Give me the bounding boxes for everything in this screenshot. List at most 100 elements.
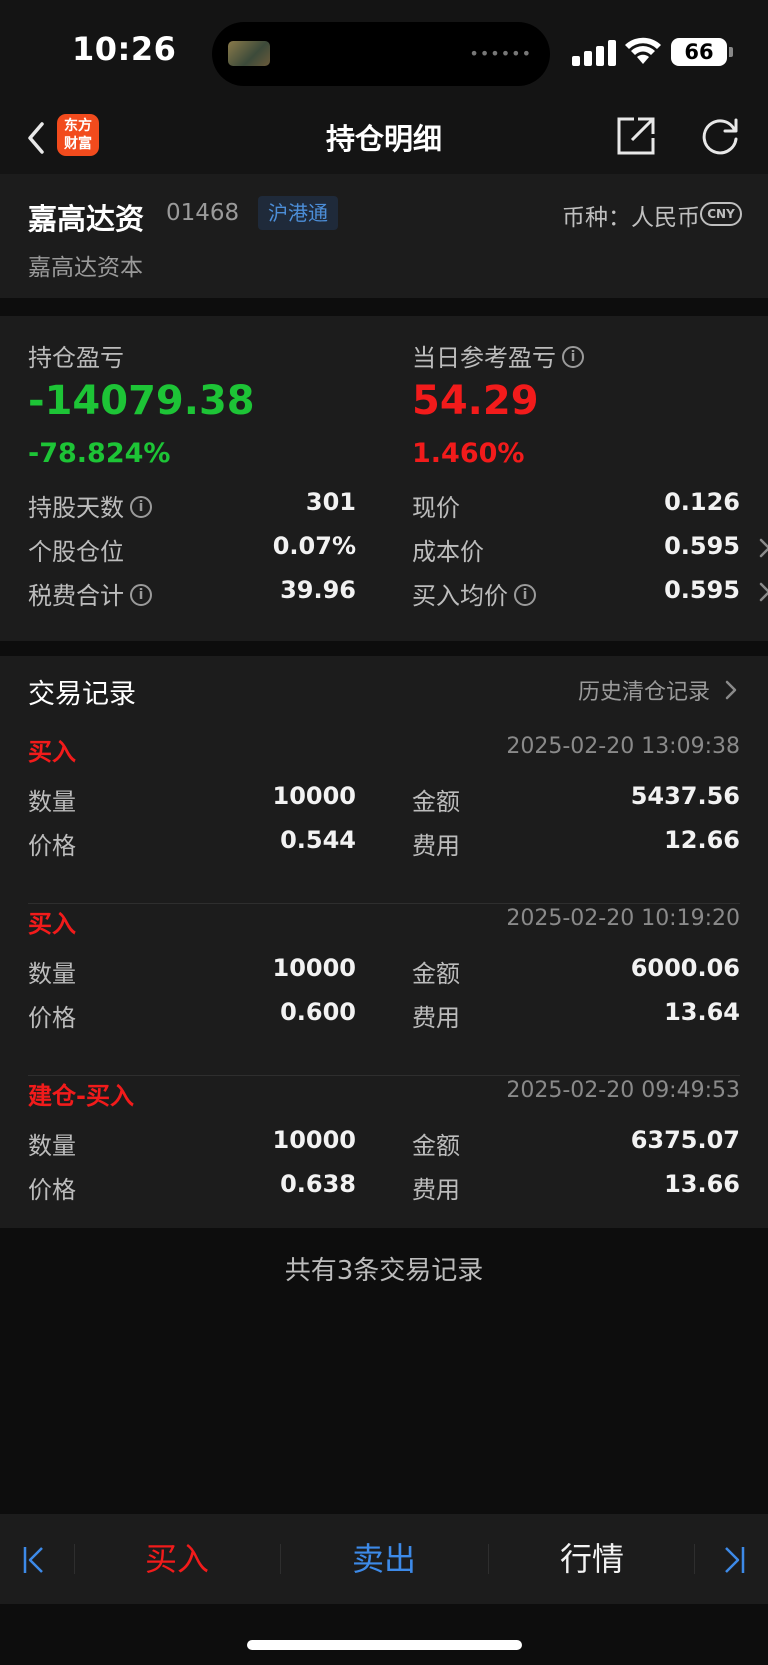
pnl-row-label: 个股仓位 [28, 538, 124, 566]
amount-label: 金额 [412, 1132, 460, 1160]
fee-label: 费用 [412, 1004, 460, 1032]
trade-fee-row: 费用 13.64 [412, 998, 740, 1034]
nav-bar: 东方 财富 持仓明细 [0, 104, 768, 174]
cellular-signal-icon [572, 40, 616, 66]
trade-time: 2025-02-20 13:09:38 [506, 734, 740, 759]
trade-qty-row: 数量 10000 [28, 1126, 356, 1162]
qty-label: 数量 [28, 1132, 76, 1160]
pnl-right-row: 现价 0.126 [412, 488, 740, 524]
stock-code: 01468 [166, 200, 240, 226]
pnl-row-label: 买入均价 i [412, 576, 536, 611]
pnl-right-row[interactable]: 成本价 0.595 [412, 532, 768, 568]
price-value: 0.544 [280, 826, 356, 854]
amount-label: 金额 [412, 788, 460, 816]
trade-records-title: 交易记录 [28, 679, 136, 710]
price-value: 0.638 [280, 1170, 356, 1198]
fee-label: 费用 [412, 832, 460, 860]
amount-value: 6375.07 [630, 1126, 740, 1154]
pnl-left-row: 个股仓位 0.07% [28, 532, 356, 568]
qty-value: 10000 [272, 1126, 357, 1154]
history-clearance-link[interactable]: 历史清仓记录 [578, 674, 710, 706]
qty-value: 10000 [272, 782, 357, 810]
pnl-row-value: 0.595 [664, 532, 740, 560]
amount-label: 金额 [412, 960, 460, 988]
info-icon[interactable]: i [562, 346, 584, 368]
trade-price-row: 价格 0.638 [28, 1170, 356, 1206]
toolbar-divider [694, 1544, 695, 1574]
fee-value: 13.66 [664, 1170, 740, 1198]
refresh-icon[interactable] [698, 114, 742, 158]
market-tag: 沪港通 [258, 196, 338, 230]
price-label: 价格 [28, 1004, 76, 1032]
qty-value: 10000 [272, 954, 357, 982]
price-value: 0.600 [280, 998, 356, 1026]
trade-amount-row: 金额 6375.07 [412, 1126, 740, 1162]
status-bar: 10:26 •••••• 66 [0, 0, 768, 104]
pnl-row-value: 301 [305, 488, 356, 516]
stock-header: 嘉高达资 01468 沪港通 币种：人民币 CNY 嘉高达资本 [0, 174, 768, 298]
audio-wave-icon: •••••• [469, 44, 532, 63]
stock-name: 嘉高达资 [28, 202, 145, 236]
fee-label: 费用 [412, 1176, 460, 1204]
info-icon[interactable]: i [514, 584, 536, 606]
trade-qty-row: 数量 10000 [28, 954, 356, 990]
bottom-toolbar: 买入 卖出 行情 [0, 1514, 768, 1604]
media-thumbnail [228, 41, 270, 66]
chevron-right-icon[interactable] [724, 676, 738, 704]
info-icon[interactable]: i [130, 496, 152, 518]
fee-value: 12.66 [664, 826, 740, 854]
sell-button[interactable]: 卖出 [281, 1514, 487, 1604]
daily-pnl-percent: 1.460% [412, 438, 525, 469]
wifi-icon [625, 37, 661, 64]
trade-fee-row: 费用 12.66 [412, 826, 740, 862]
status-time: 10:26 [72, 30, 177, 68]
trade-amount-row: 金额 5437.56 [412, 782, 740, 818]
pnl-row-value: 0.07% [272, 532, 356, 560]
currency-label: 币种：人民币 [562, 205, 700, 231]
trade-type: 建仓-买入 [28, 1082, 134, 1110]
fee-value: 13.64 [664, 998, 740, 1026]
amount-value: 5437.56 [630, 782, 740, 810]
trade-time: 2025-02-20 09:49:53 [506, 1078, 740, 1103]
trade-fee-row: 费用 13.66 [412, 1170, 740, 1206]
qty-label: 数量 [28, 960, 76, 988]
price-label: 价格 [28, 832, 76, 860]
pnl-row-value: 0.126 [664, 488, 740, 516]
info-icon[interactable]: i [130, 584, 152, 606]
trade-time: 2025-02-20 10:19:20 [506, 906, 740, 931]
pnl-row-label: 持股天数 i [28, 488, 152, 523]
market-button[interactable]: 行情 [489, 1514, 695, 1604]
first-page-icon[interactable] [22, 1544, 48, 1576]
last-page-icon[interactable] [720, 1544, 746, 1576]
trade-price-row: 价格 0.544 [28, 826, 356, 862]
holding-pnl-label: 持仓盈亏 [28, 344, 124, 372]
chevron-right-icon[interactable] [758, 578, 768, 606]
trade-record: 买入 2025-02-20 13:09:38 数量 10000 价格 0.544 金额 543… [0, 732, 768, 904]
share-icon[interactable] [614, 114, 658, 158]
trade-amount-row: 金额 6000.06 [412, 954, 740, 990]
battery-icon: 66 [671, 38, 733, 66]
buy-button[interactable]: 买入 [75, 1514, 279, 1604]
trade-record: 建仓-买入 2025-02-20 09:49:53 数量 10000 价格 0.638 金额… [0, 1076, 768, 1248]
daily-pnl-value: 54.29 [412, 378, 539, 424]
pnl-summary: 持仓盈亏 -14079.38 -78.824% 当日参考盈亏 i 54.29 1.… [0, 316, 768, 641]
amount-value: 6000.06 [630, 954, 740, 982]
trade-type: 买入 [28, 738, 76, 766]
trade-count-note: 共有3条交易记录 [284, 1256, 484, 1286]
pnl-left-row[interactable]: 税费合计 i 39.96 [28, 576, 356, 612]
pnl-left-row[interactable]: 持股天数 i 301 [28, 488, 356, 524]
chevron-right-icon[interactable] [758, 534, 768, 562]
daily-pnl-label: 当日参考盈亏 i [412, 338, 584, 373]
home-indicator [247, 1640, 522, 1650]
stock-full-name: 嘉高达资本 [28, 255, 143, 281]
pnl-row-label: 成本价 [412, 538, 484, 566]
qty-label: 数量 [28, 788, 76, 816]
holding-pnl-percent: -78.824% [28, 438, 171, 469]
pnl-right-row[interactable]: 买入均价 i 0.595 [412, 576, 768, 612]
pnl-row-value: 0.595 [664, 576, 740, 604]
pnl-row-value: 39.96 [280, 576, 356, 604]
dynamic-island: •••••• [212, 22, 550, 86]
price-label: 价格 [28, 1176, 76, 1204]
pnl-row-label: 现价 [412, 494, 460, 522]
pnl-row-label: 税费合计 i [28, 576, 152, 611]
